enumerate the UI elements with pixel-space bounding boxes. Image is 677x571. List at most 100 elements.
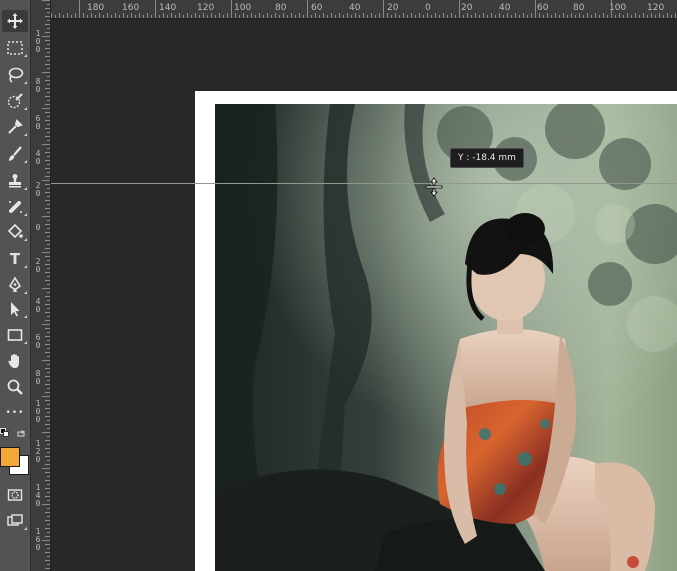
ruler-tick: [45, 480, 50, 481]
stamp-tool[interactable]: [2, 170, 28, 192]
type-tool[interactable]: T: [2, 248, 28, 270]
default-colors-icon[interactable]: [0, 428, 9, 437]
ruler-tick: [159, 15, 160, 18]
ruler-tick: [63, 15, 64, 18]
ruler-tick: [47, 60, 50, 61]
healing-tool[interactable]: [2, 196, 28, 218]
ruler-label: 40: [499, 3, 511, 13]
ruler-label: 1 0 0: [35, 29, 41, 54]
ruler-tick: [42, 288, 50, 289]
ruler-tick: [45, 368, 50, 369]
ruler-tick: [47, 156, 50, 157]
ruler-tick: [651, 13, 652, 18]
ruler-tick: [119, 15, 120, 18]
ruler-tick: [47, 364, 50, 365]
ruler-tick: [71, 15, 72, 18]
ruler-tick: [215, 15, 216, 18]
ruler-tick: [42, 72, 50, 73]
zoom-tool[interactable]: [2, 376, 28, 398]
foreground-color-swatch[interactable]: [0, 447, 20, 467]
ruler-tick: [45, 344, 50, 345]
ruler-tick: [579, 13, 580, 18]
ruler-tick: [459, 0, 460, 18]
ruler-tick: [45, 536, 50, 537]
ruler-tick: [47, 76, 50, 77]
ruler-tick: [331, 13, 332, 18]
ruler-tick: [395, 13, 396, 18]
eyedropper-tool[interactable]: [2, 116, 28, 138]
ruler-tick: [587, 13, 588, 18]
horizontal-guide[interactable]: [51, 183, 677, 184]
lasso-tool[interactable]: [2, 64, 28, 86]
ruler-tick: [47, 300, 50, 301]
ruler-tick: [45, 448, 50, 449]
ruler-tick: [47, 204, 50, 205]
vertical-ruler[interactable]: 1 0 0 8 0 6 0 4 0 2 0 0 2 0 4 0 6 0 8 0 …: [31, 0, 51, 571]
path-select-tool[interactable]: [2, 298, 28, 320]
swap-colors-icon[interactable]: [16, 429, 26, 439]
ruler-tick: [47, 212, 50, 213]
pen-tool[interactable]: [2, 274, 28, 296]
ruler-label: 140: [159, 3, 177, 13]
ruler-tick: [45, 136, 50, 137]
ruler-tick: [47, 532, 50, 533]
ruler-tick: [51, 13, 52, 18]
ruler-tick: [45, 568, 50, 569]
ruler-tick: [123, 13, 124, 18]
ruler-tick: [443, 13, 444, 18]
ruler-tick: [95, 15, 96, 18]
ruler-tick: [45, 104, 50, 105]
ruler-tick: [359, 15, 360, 18]
move-guide-cursor-icon: [425, 177, 443, 197]
ruler-tick: [47, 332, 50, 333]
photo-layer[interactable]: [215, 104, 677, 571]
ruler-tick: [499, 13, 500, 18]
ruler-tick: [471, 15, 472, 18]
ruler-tick: [307, 0, 308, 18]
ruler-tick: [639, 15, 640, 18]
ruler-tick: [555, 13, 556, 18]
color-swatches: [0, 428, 30, 478]
paint-bucket-tool[interactable]: [2, 221, 28, 243]
marquee-tool[interactable]: [2, 37, 28, 59]
ruler-tick: [447, 15, 448, 18]
ruler-label: 6 0: [35, 114, 41, 131]
ruler-tick: [47, 12, 50, 13]
ruler-tick: [47, 372, 50, 373]
ruler-tick: [527, 15, 528, 18]
horizontal-ruler[interactable]: 180 160 140 120 100 80 60 40 20 0 20 40 …: [51, 0, 677, 19]
ruler-tick: [619, 13, 620, 18]
ruler-tick: [45, 320, 50, 321]
ruler-tick: [299, 13, 300, 18]
hand-icon: [8, 354, 19, 368]
shape-tool[interactable]: [2, 324, 28, 346]
ruler-tick: [599, 15, 600, 18]
ruler-label: 8 0: [35, 369, 41, 386]
ruler-label: 8 0: [35, 77, 41, 94]
ruler-tick: [411, 13, 412, 18]
ruler-tick: [647, 15, 648, 18]
ruler-tick: [45, 48, 50, 49]
hand-tool[interactable]: [2, 350, 28, 372]
quick-mask-button[interactable]: [2, 484, 28, 506]
screen-mode-button[interactable]: [2, 510, 28, 532]
ruler-tick: [147, 13, 148, 18]
ruler-tick: [47, 460, 50, 461]
ruler-tick: [391, 15, 392, 18]
ruler-tick: [291, 13, 292, 18]
ruler-tick: [45, 376, 50, 377]
more-tools[interactable]: •••: [2, 402, 28, 424]
ruler-tick: [135, 15, 136, 18]
quick-select-tool[interactable]: [2, 90, 28, 112]
move-tool[interactable]: [2, 10, 28, 32]
brush-tool[interactable]: [2, 143, 28, 165]
ruler-tick: [219, 13, 220, 18]
ruler-tick: [311, 15, 312, 18]
ruler-tick: [603, 13, 604, 18]
ruler-tick: [42, 504, 50, 505]
ruler-tick: [531, 13, 532, 18]
ruler-tick: [45, 80, 50, 81]
ruler-tick: [42, 180, 50, 181]
ruler-tick: [45, 24, 50, 25]
brush-icon: [9, 146, 22, 161]
